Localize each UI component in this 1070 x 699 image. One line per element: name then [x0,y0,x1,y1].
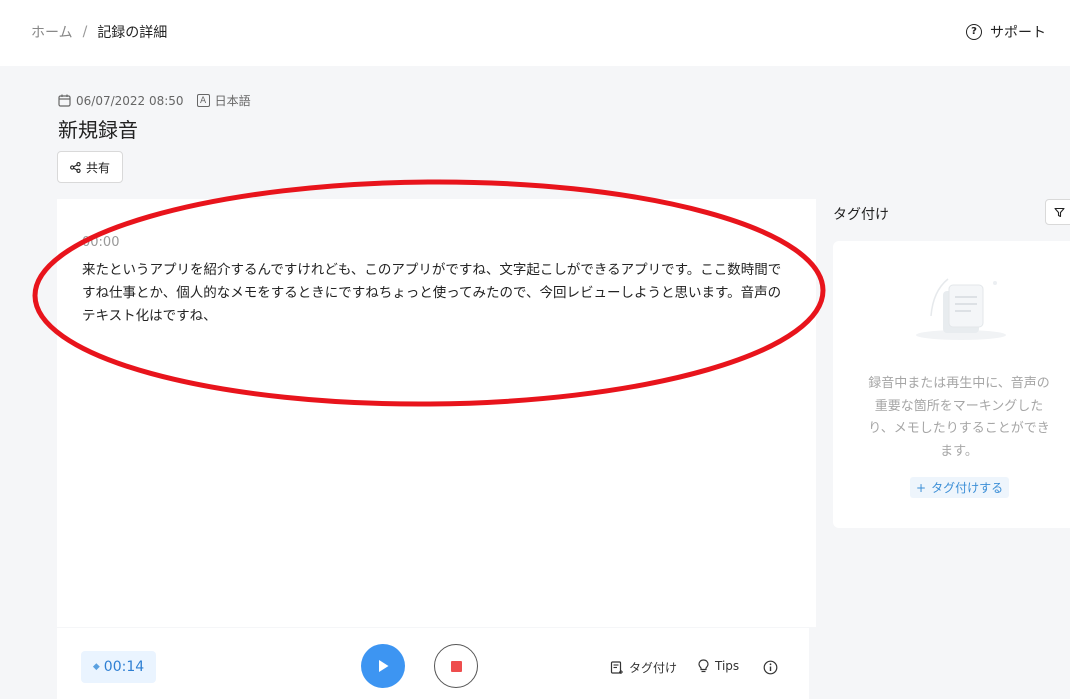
language-icon: A [196,94,210,107]
support-button[interactable]: ? サポート [966,22,1046,42]
recording-meta: 06/07/2022 08:50 A 日本語 [58,92,251,109]
play-icon [379,660,389,672]
stop-button[interactable] [434,644,478,688]
tips-label: Tips [715,659,740,673]
tag-section-heading: タグ付け [833,207,889,223]
recording-datetime: 06/07/2022 08:50 [76,93,184,108]
transcript-panel: 00:00 来たというアプリを紹介するんですけれども、このアプリがですね、文字起… [57,199,816,627]
share-label: 共有 [85,160,110,175]
tips-button[interactable]: Tips [697,659,739,673]
player-bar: ◆ 00:14 タグ付け Tips [57,628,809,699]
lightbulb-icon [698,659,709,673]
transcript-timestamp[interactable]: 00:00 [82,235,119,250]
empty-notes-illustration [916,278,1006,340]
share-button[interactable]: 共有 [57,151,123,183]
filter-icon [1054,207,1065,217]
breadcrumb-home-link[interactable]: ホーム [31,22,73,42]
current-time-chip: ◆ 00:14 [81,651,156,683]
play-button[interactable] [361,644,405,688]
info-icon [763,660,778,674]
add-tag-button[interactable]: + タグ付けする [910,477,1010,498]
transcript-text[interactable]: 来たというアプリを紹介するんですけれども、このアプリがですね、文字起こしができる… [82,259,782,328]
add-tag-label: タグ付けする [931,481,1004,495]
help-circle-icon: ? [966,24,982,40]
recording-language: 日本語 [214,94,251,108]
breadcrumb-current: 記録の詳細 [97,25,168,41]
support-label: サポート [990,25,1046,41]
tag-note-icon [610,660,623,674]
tag-control-label: タグ付け [629,661,678,675]
tag-empty-message: 録音中または再生中に、音声の重要な箇所をマーキングしたり、メモしたりすることがで… [868,376,1050,459]
waveform-icon: ◆ [92,662,100,672]
breadcrumb: ホーム / 記録の詳細 [31,22,167,42]
current-time: 00:14 [103,659,145,675]
tag-panel: 録音中または再生中に、音声の重要な箇所をマーキングしたり、メモしたりすることがで… [833,241,1070,528]
tag-control-button[interactable]: タグ付け [610,659,677,676]
stop-icon [450,660,462,672]
info-button[interactable] [763,659,779,675]
page-title: 新規録音 [58,118,138,142]
top-bar: ホーム / 記録の詳細 ? サポート [0,0,1070,66]
filter-button[interactable] [1045,199,1070,225]
plus-icon: + [916,480,927,495]
share-icon [70,161,81,173]
breadcrumb-separator: / [82,24,88,40]
calendar-icon [58,94,71,107]
